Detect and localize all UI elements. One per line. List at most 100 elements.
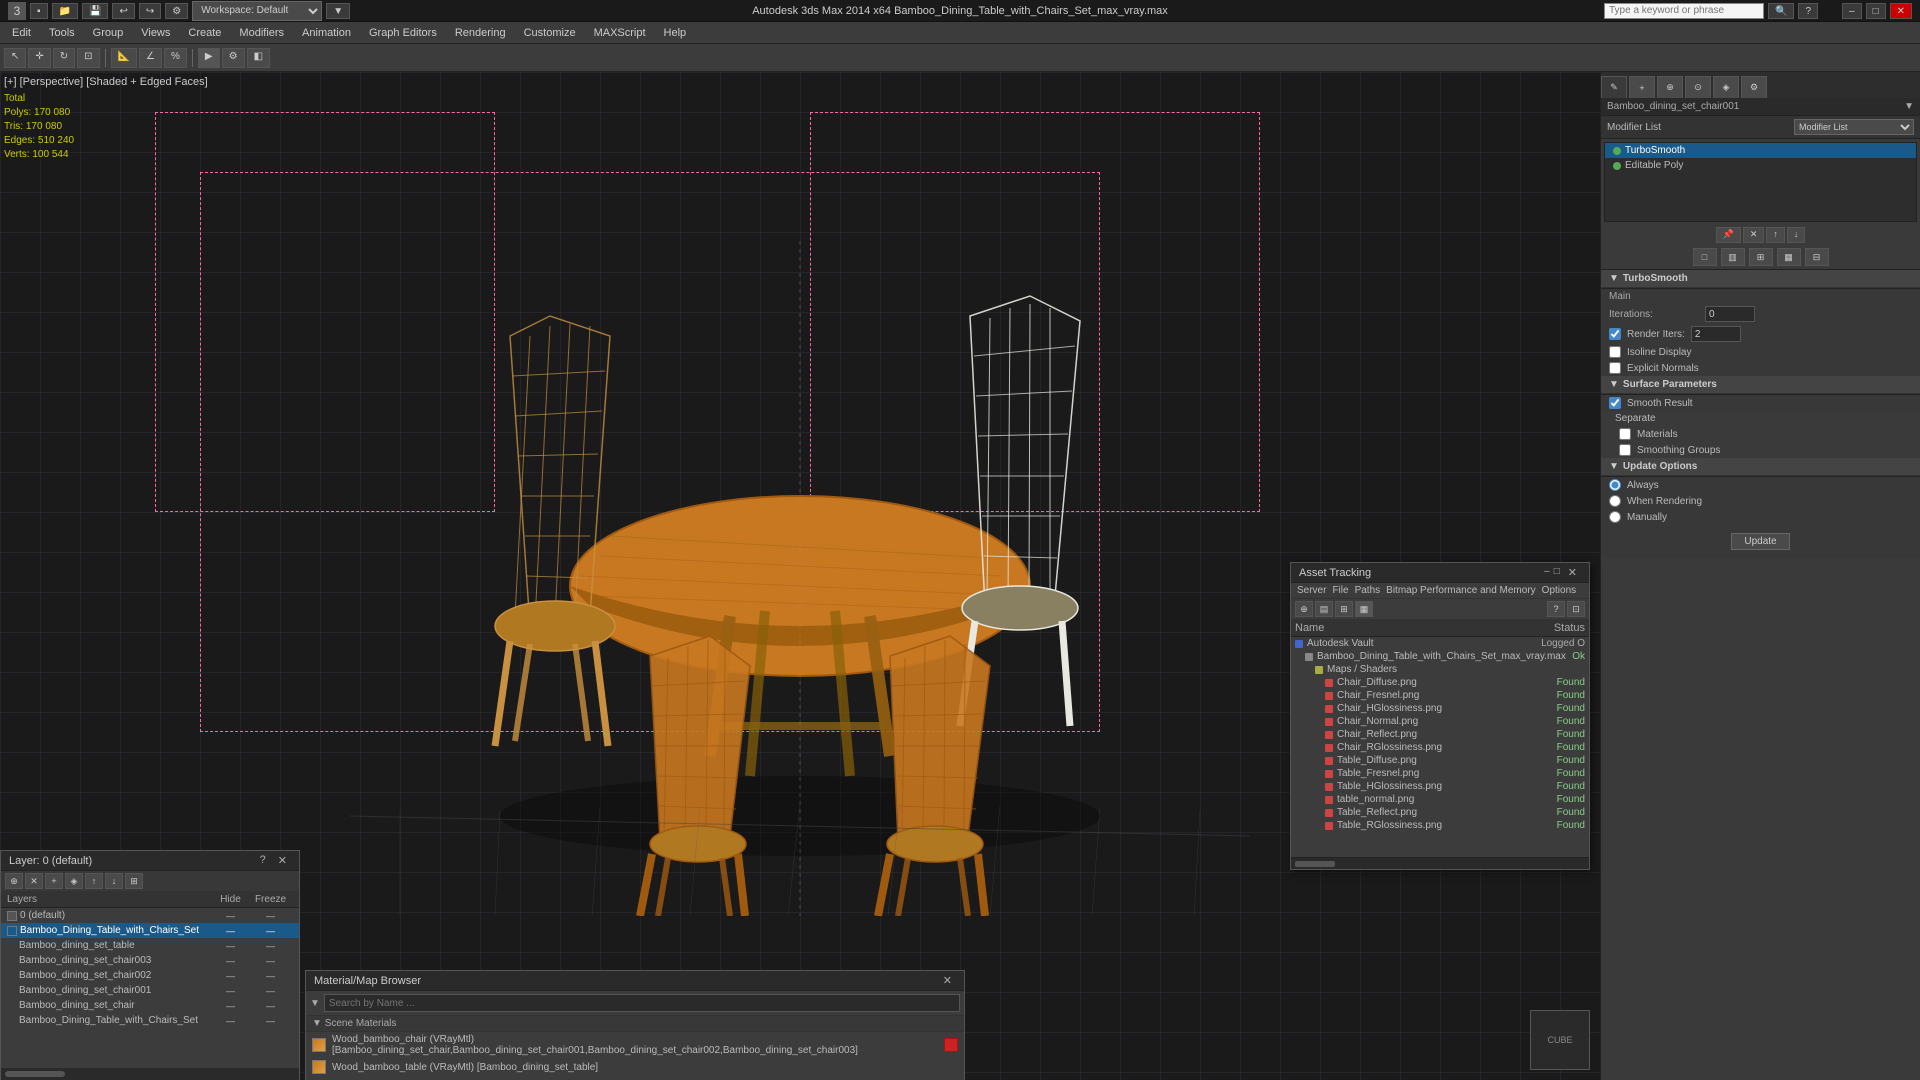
- asset-row-chair-reflect[interactable]: Chair_Reflect.png Found: [1291, 728, 1589, 741]
- surface-params-header[interactable]: ▼ Surface Parameters: [1601, 376, 1920, 394]
- asset-btn-2[interactable]: ▤: [1315, 601, 1333, 617]
- tab-hierarchy[interactable]: ⊕: [1657, 76, 1683, 98]
- menu-help[interactable]: Help: [656, 23, 695, 43]
- asset-minimize-btn[interactable]: –: [1544, 566, 1550, 579]
- iterations-input[interactable]: [1705, 306, 1755, 322]
- asset-help-btn[interactable]: ?: [1547, 601, 1565, 617]
- material-browser-close-btn[interactable]: ✕: [939, 974, 956, 987]
- asset-btn-4[interactable]: ▦: [1355, 601, 1373, 617]
- asset-scroll-thumb[interactable]: [1295, 861, 1335, 867]
- render-iters-input[interactable]: [1691, 326, 1741, 342]
- layers-select-btn[interactable]: ◈: [65, 873, 83, 889]
- asset-row-table-diffuse[interactable]: Table_Diffuse.png Found: [1291, 754, 1589, 767]
- asset-row-file[interactable]: Bamboo_Dining_Table_with_Chairs_Set_max_…: [1291, 650, 1589, 663]
- layer-row-chair003[interactable]: Bamboo_dining_set_chair003 — —: [1, 953, 299, 968]
- settings-btn[interactable]: ⚙: [165, 3, 188, 19]
- modifier-list-dropdown[interactable]: Modifier List TurboSmooth Editable Poly: [1794, 119, 1914, 135]
- modifier-stack[interactable]: TurboSmooth Editable Poly: [1604, 142, 1917, 222]
- layers-scroll-thumb[interactable]: [5, 1071, 65, 1077]
- asset-menu-file[interactable]: File: [1332, 585, 1348, 596]
- layers-scrollbar[interactable]: [1, 1068, 299, 1080]
- smooth-result-checkbox[interactable]: [1609, 397, 1621, 409]
- update-button[interactable]: Update: [1731, 533, 1789, 550]
- menu-group[interactable]: Group: [85, 23, 132, 43]
- asset-row-chair-hglos[interactable]: Chair_HGlossiness.png Found: [1291, 702, 1589, 715]
- render-btn[interactable]: ▶: [198, 48, 220, 68]
- navigation-cube[interactable]: CUBE: [1530, 1010, 1590, 1070]
- asset-btn-1[interactable]: ⊕: [1295, 601, 1313, 617]
- asset-h-scrollbar[interactable]: [1291, 857, 1589, 869]
- menu-rendering[interactable]: Rendering: [447, 23, 514, 43]
- menu-animation[interactable]: Animation: [294, 23, 359, 43]
- move-down-btn[interactable]: ↓: [1787, 227, 1806, 243]
- object-name-field[interactable]: Bamboo_dining_set_chair001 ▼: [1601, 98, 1920, 116]
- turbosmooth-header[interactable]: ▼ TurboSmooth: [1601, 270, 1920, 288]
- layer-row-default[interactable]: 0 (default) — —: [1, 908, 299, 923]
- asset-row-chair-diffuse[interactable]: Chair_Diffuse.png Found: [1291, 676, 1589, 689]
- layer-row-chair001[interactable]: Bamboo_dining_set_chair001 — —: [1, 983, 299, 998]
- asset-btn-3[interactable]: ⊞: [1335, 601, 1353, 617]
- materials-checkbox[interactable]: [1619, 428, 1631, 440]
- workspace-expand-btn[interactable]: ▼: [326, 3, 350, 19]
- layers-add-btn[interactable]: +: [45, 873, 63, 889]
- explicit-normals-checkbox[interactable]: [1609, 362, 1621, 374]
- menu-create[interactable]: Create: [180, 23, 229, 43]
- layer-row-table[interactable]: Bamboo_dining_set_table — —: [1, 938, 299, 953]
- material-editor-btn[interactable]: ◧: [247, 48, 270, 68]
- asset-row-maps[interactable]: Maps / Shaders: [1291, 663, 1589, 676]
- menu-customize[interactable]: Customize: [516, 23, 584, 43]
- modifier-item-turbosmooth[interactable]: TurboSmooth: [1605, 143, 1916, 158]
- maximize-btn[interactable]: □: [1866, 3, 1886, 19]
- help-btn[interactable]: ?: [1798, 3, 1818, 19]
- undo-btn[interactable]: ↩: [112, 3, 134, 19]
- move-btn[interactable]: ✛: [28, 48, 50, 68]
- asset-menu-bitmap[interactable]: Bitmap Performance and Memory: [1386, 585, 1536, 596]
- layers-expand-btn[interactable]: ⊞: [125, 873, 143, 889]
- delete-modifier-btn[interactable]: ✕: [1743, 227, 1765, 243]
- asset-row-table-hglos[interactable]: Table_HGlossiness.png Found: [1291, 780, 1589, 793]
- always-radio[interactable]: [1609, 479, 1621, 491]
- manually-radio[interactable]: [1609, 511, 1621, 523]
- menu-tools[interactable]: Tools: [41, 23, 83, 43]
- asset-scroll-area[interactable]: Autodesk Vault Logged O Bamboo_Dining_Ta…: [1291, 637, 1589, 857]
- tab-create[interactable]: +: [1629, 76, 1655, 98]
- layers-delete-btn[interactable]: ✕: [25, 873, 43, 889]
- render-iters-checkbox[interactable]: [1609, 328, 1621, 340]
- modifier-item-editable-poly[interactable]: Editable Poly: [1605, 158, 1916, 173]
- tab-utilities[interactable]: ⚙: [1741, 76, 1767, 98]
- menu-modifiers[interactable]: Modifiers: [231, 23, 292, 43]
- asset-menu-server[interactable]: Server: [1297, 585, 1326, 596]
- layer-row-chair002[interactable]: Bamboo_dining_set_chair002 — —: [1, 968, 299, 983]
- layers-new-btn[interactable]: ⊕: [5, 873, 23, 889]
- isoline-checkbox[interactable]: [1609, 346, 1621, 358]
- search-btn[interactable]: 🔍: [1768, 3, 1794, 19]
- pin-btn[interactable]: 📌: [1716, 227, 1741, 243]
- workspace-dropdown[interactable]: Workspace: Default: [192, 1, 322, 21]
- move-up-btn[interactable]: ↑: [1766, 227, 1785, 243]
- new-btn[interactable]: ▪: [30, 3, 48, 19]
- asset-maximize-btn[interactable]: □: [1554, 566, 1560, 579]
- asset-menu-paths[interactable]: Paths: [1355, 585, 1381, 596]
- asset-row-table-rglos[interactable]: Table_RGlossiness.png Found: [1291, 819, 1589, 832]
- asset-row-chair-rglos[interactable]: Chair_RGlossiness.png Found: [1291, 741, 1589, 754]
- redo-btn[interactable]: ↪: [139, 3, 161, 19]
- rollout-btn-1[interactable]: □: [1693, 248, 1717, 266]
- menu-maxscript[interactable]: MAXScript: [586, 23, 654, 43]
- minimize-btn[interactable]: –: [1842, 3, 1862, 19]
- rollout-btn-3[interactable]: ⊞: [1749, 248, 1773, 266]
- tab-motion[interactable]: ⊙: [1685, 76, 1711, 98]
- render-setup-btn[interactable]: ⚙: [222, 48, 245, 68]
- angle-snap-btn[interactable]: ∠: [139, 48, 162, 68]
- asset-close-btn[interactable]: ✕: [1564, 566, 1581, 579]
- asset-row-chair-normal[interactable]: Chair_Normal.png Found: [1291, 715, 1589, 728]
- rollout-btn-2[interactable]: ▥: [1721, 248, 1745, 266]
- percent-snap-btn[interactable]: %: [164, 48, 187, 68]
- asset-row-table-fresnel[interactable]: Table_Fresnel.png Found: [1291, 767, 1589, 780]
- rollout-btn-5[interactable]: ⊟: [1805, 248, 1829, 266]
- asset-row-table-reflect[interactable]: Table_Reflect.png Found: [1291, 806, 1589, 819]
- close-btn[interactable]: ✕: [1890, 3, 1912, 19]
- asset-expand-btn[interactable]: ⊡: [1567, 601, 1585, 617]
- layers-move-btn[interactable]: ↑: [85, 873, 103, 889]
- scale-btn[interactable]: ⊡: [77, 48, 99, 68]
- open-btn[interactable]: 📁: [52, 3, 78, 19]
